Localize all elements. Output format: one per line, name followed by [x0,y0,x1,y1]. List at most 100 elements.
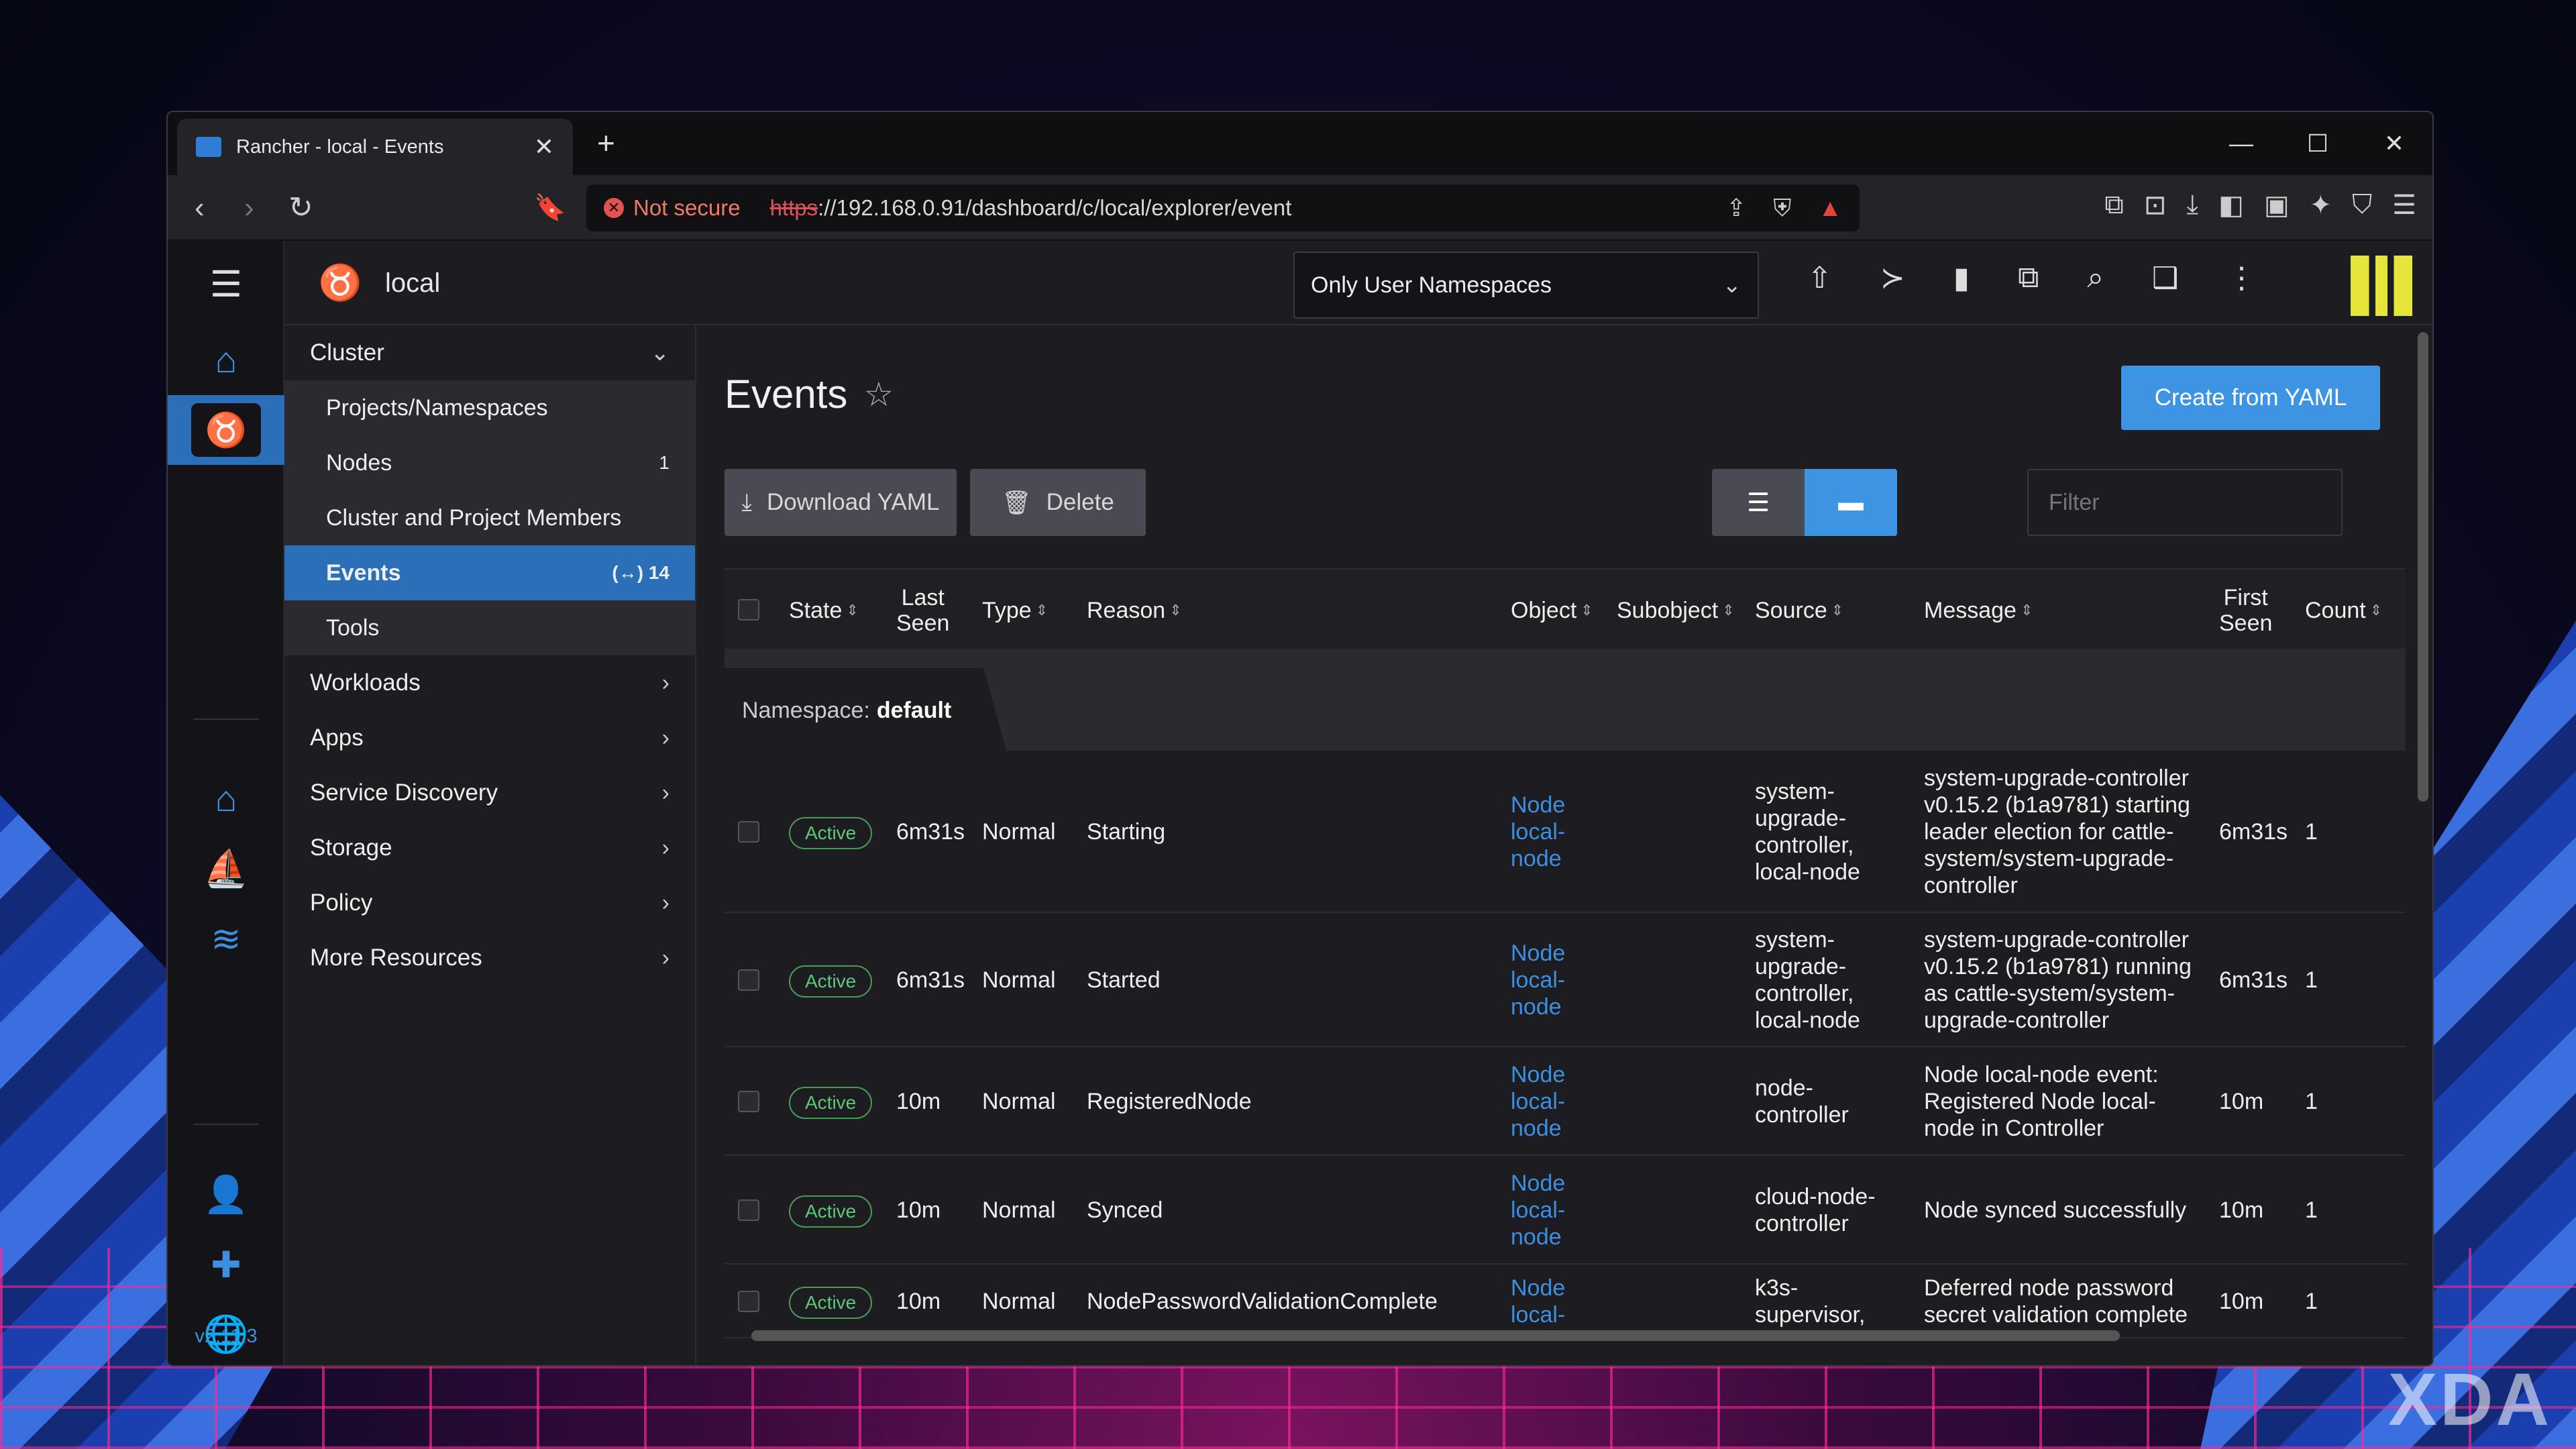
object-link[interactable]: Node local-node [1511,792,1565,872]
sidebar-group-workloads[interactable]: Workloads › [284,655,695,710]
more-actions-icon[interactable]: ⋮ [2226,261,2256,295]
filter-placeholder: Filter [2049,489,2100,515]
sidebar-item-nodes[interactable]: Nodes 1 [284,435,695,490]
select-all-checkbox[interactable] [738,599,759,621]
sidebar-item-tools[interactable]: Tools [284,600,695,655]
browser-window: Rancher - local - Events ✕ + — ☐ ✕ ‹ › ↻… [166,111,2434,1366]
flat-list-view-button[interactable]: ☰ [1712,469,1805,536]
col-subobject[interactable]: Subobject ⇕ [1617,570,1735,651]
not-secure-label: Not secure [633,195,741,220]
sidebar-item-label: Tools [326,614,380,641]
download-yaml-button[interactable]: ⤓ Download YAML [724,469,957,536]
tab-bar: Rancher - local - Events ✕ + — ☐ ✕ [168,112,2432,175]
object-link[interactable]: Node local- [1511,1275,1565,1328]
sidebar-group-policy[interactable]: Policy › [284,875,695,930]
object-link[interactable]: Node local-node [1511,1170,1565,1250]
col-label: Count [2305,597,2366,623]
col-object[interactable]: Object ⇕ [1511,570,1593,651]
close-window-icon[interactable]: ✕ [2356,112,2432,175]
row-checkbox[interactable] [738,1199,759,1221]
vpn-icon[interactable]: ⛉ [2352,190,2372,221]
extensions-icon[interactable]: ⧉ [2104,190,2124,221]
download-icon[interactable]: ⤓ [2186,190,2198,221]
import-yaml-icon[interactable]: ⇧ [1807,261,1832,295]
sidebar-item-cluster-members[interactable]: Cluster and Project Members [284,490,695,545]
favorite-star-icon[interactable]: ☆ [863,375,894,414]
last-seen-cell: 6m31s [896,819,965,845]
brave-rewards-icon[interactable]: ▲ [1818,194,1842,223]
table-row[interactable]: Active 6m31s Normal Started Node local-node sy… [724,913,2406,1047]
col-count[interactable]: Count ⇕ [2305,570,2382,651]
share-icon[interactable]: ⇪ [1726,194,1746,223]
object-link[interactable]: Node local-node [1511,940,1565,1020]
cluster-nav-item[interactable]: ♉ [168,395,284,465]
message-cell-line: as cattle-system/system- [1924,981,2176,1006]
col-last-seen[interactable]: Last Seen [896,570,949,651]
col-type[interactable]: Type ⇕ [982,570,1048,651]
wallet-icon[interactable]: ▣ [2264,190,2290,221]
brave-shield-icon[interactable]: ⛨ [1773,194,1791,223]
close-tab-icon[interactable]: ✕ [534,133,554,161]
sidebar-group-cluster[interactable]: Cluster ⌄ [284,325,695,380]
col-first-seen[interactable]: First Seen [2219,570,2272,651]
table-body: Active 6m31s Normal Starting Node local-node s… [724,751,2406,1338]
source-cell-line: upgrade- [1755,954,1847,979]
browser-tab[interactable]: Rancher - local - Events ✕ [177,119,573,175]
row-checkbox[interactable] [738,821,759,843]
extensions-puzzle-icon[interactable]: ✚ [168,1230,284,1299]
namespace-selector[interactable]: Only User Namespaces ⌄ [1293,252,1759,319]
sidebar-item-projects-namespaces[interactable]: Projects/Namespaces [284,380,695,435]
sidebar-item-events[interactable]: Events (↔) 14 [284,545,695,600]
user-avatar[interactable] [2351,256,2412,316]
table-row[interactable]: Active 6m31s Normal Starting Node local-node s… [724,751,2406,913]
sailboat-icon[interactable]: ⛵ [168,834,284,904]
message-cell: Node synced successfully [1924,1197,2186,1224]
home-icon[interactable]: ⌂ [168,325,284,395]
hamburger-menu-icon[interactable]: ☰ [168,249,284,319]
horizontal-scrollbar[interactable] [751,1330,2120,1341]
sidebar-group-more-resources[interactable]: More Resources › [284,930,695,985]
sidebar-group-apps[interactable]: Apps › [284,710,695,765]
col-message[interactable]: Message ⇕ [1924,570,2033,651]
row-checkbox[interactable] [738,1291,759,1312]
filter-input[interactable]: Filter [2027,469,2343,536]
object-link[interactable]: Node local-node [1511,1061,1565,1142]
col-reason[interactable]: Reason ⇕ [1087,570,1182,651]
leo-ai-icon[interactable]: ✦ [2310,190,2332,221]
menu-icon[interactable]: ☰ [2392,190,2416,221]
vertical-scrollbar[interactable] [2418,332,2428,802]
kubeconfig-download-icon[interactable]: ▮ [1953,261,1970,295]
col-label: Type [982,597,1032,623]
create-from-yaml-button[interactable]: Create from YAML [2121,366,2380,430]
message-cell-line: Node local-node event: [1924,1062,2159,1087]
sidebar-group-service-discovery[interactable]: Service Discovery › [284,765,695,820]
table-row[interactable]: Active 10m Normal NodePasswordValidationCom… [724,1265,2406,1338]
user-icon[interactable]: 👤 [168,1160,284,1230]
copy-kubeconfig-icon[interactable]: ⧉ [2018,261,2039,295]
col-state[interactable]: State ⇕ [789,570,859,651]
resource-search-icon[interactable]: ⌕ [2087,261,2104,295]
sidebar-group-storage[interactable]: Storage › [284,820,695,875]
bookmark-icon[interactable]: 🔖 [534,191,566,225]
row-checkbox[interactable] [738,969,759,991]
group-by-namespace-button[interactable]: ▬ [1805,469,1897,536]
delete-button[interactable]: 🗑 Delete [970,469,1146,536]
rancher-cow-icon: ♉ [191,403,261,457]
reload-icon[interactable]: ↻ [288,191,313,225]
minimize-icon[interactable]: — [2203,112,2279,175]
fleet-icon[interactable]: ⌂ [168,764,284,834]
row-checkbox[interactable] [738,1091,759,1112]
sidebar-toggle-icon[interactable]: ◧ [2218,190,2244,221]
address-bar[interactable]: ✕ Not secure https ://192.168.0.91/dashb… [586,184,1860,231]
new-tab-icon[interactable]: + [597,127,615,158]
maximize-icon[interactable]: ☐ [2279,112,2356,175]
table-row[interactable]: Active 10m Normal Synced Node local-node cloud… [724,1156,2406,1265]
kubectl-shell-icon[interactable]: ≻ [1880,261,1905,295]
table-row[interactable]: Active 10m Normal RegisteredNode Node local-n… [724,1047,2406,1156]
docs-book-icon[interactable]: ❑ [2152,261,2178,295]
back-icon[interactable]: ‹ [195,191,205,225]
forward-icon[interactable]: › [244,191,254,225]
screenshot-icon[interactable]: ⊡ [2144,190,2167,221]
col-source[interactable]: Source ⇕ [1755,570,1843,651]
harvester-icon[interactable]: ≋ [168,904,284,973]
